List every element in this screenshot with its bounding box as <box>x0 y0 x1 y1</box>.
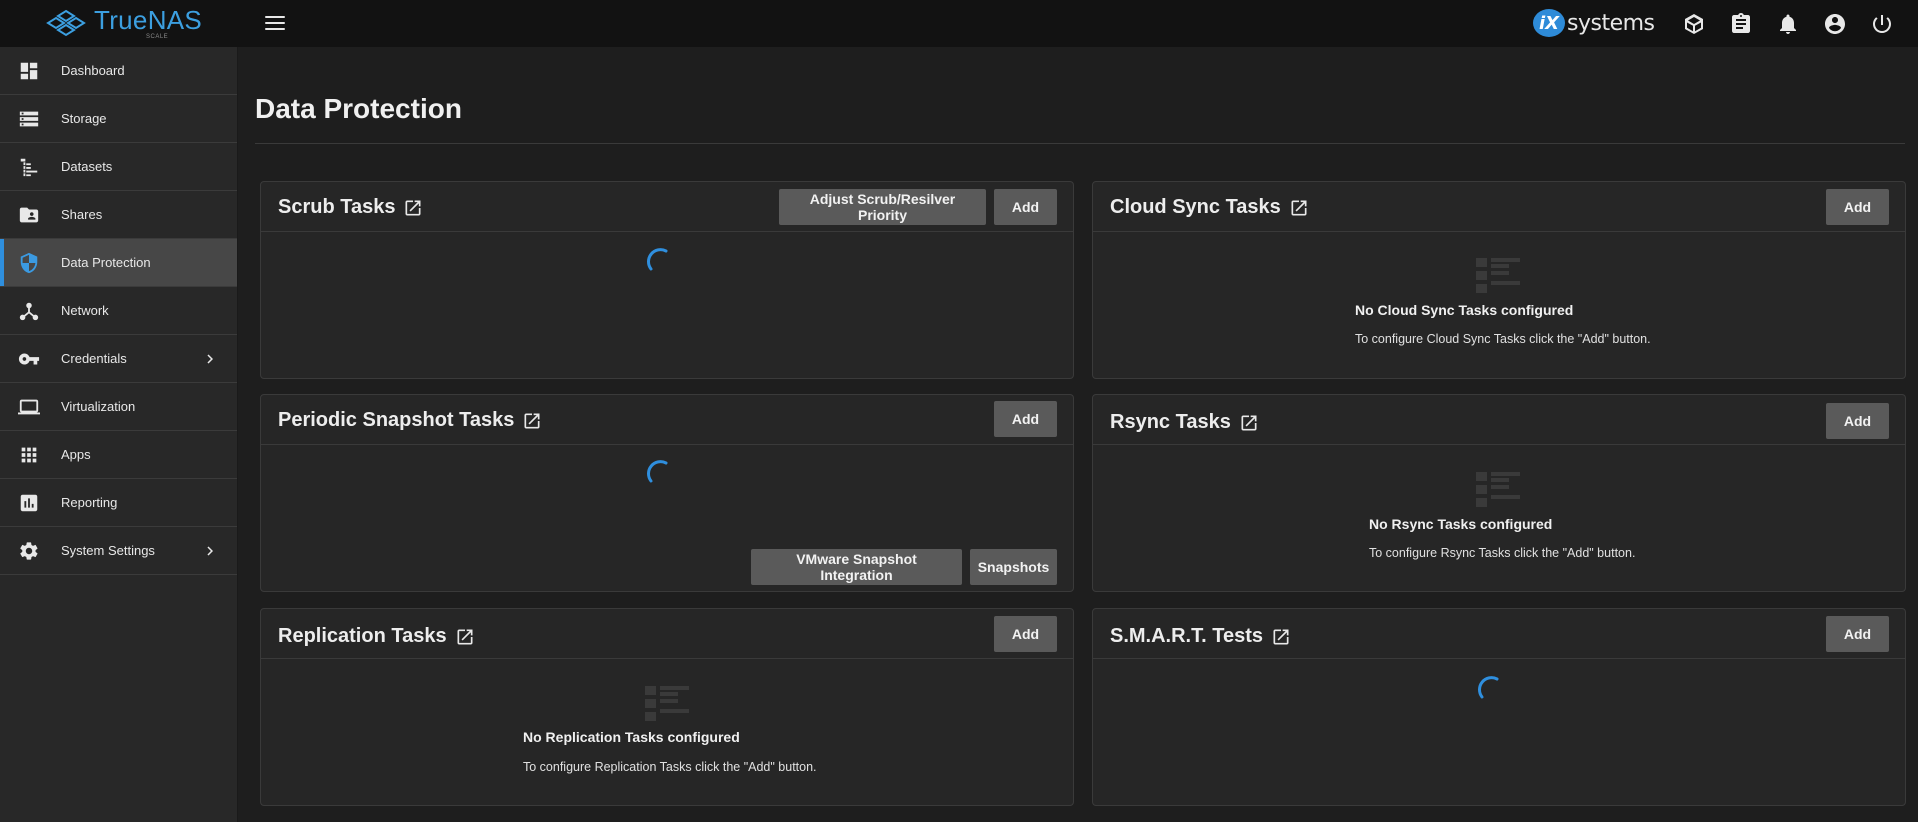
ix-mark: iX <box>1533 9 1565 37</box>
rsync-tasks-card: Rsync Tasks Add No Rsync Tasks configure… <box>1092 394 1906 592</box>
card-title: Scrub Tasks <box>278 196 396 218</box>
empty-state-description: To configure Replication Tasks click the… <box>523 760 817 774</box>
sidebar-item-label: Storage <box>61 111 107 126</box>
power-icon[interactable] <box>1868 10 1896 38</box>
sidebar-item-label: System Settings <box>61 543 155 558</box>
open-in-new-icon[interactable] <box>403 198 423 218</box>
truenas-logo-icon <box>46 9 86 37</box>
sidebar-item-label: Reporting <box>61 495 118 510</box>
add-replication-task-button[interactable]: Add <box>994 616 1057 652</box>
replication-tasks-card: Replication Tasks Add No Replication Tas… <box>260 608 1074 806</box>
card-title: Rsync Tasks <box>1110 411 1231 433</box>
empty-list-icon <box>1476 258 1520 293</box>
scrub-tasks-card: Scrub Tasks Adjust Scrub/Resilver Priori… <box>260 181 1074 379</box>
open-in-new-icon[interactable] <box>1289 198 1309 218</box>
empty-state-description: To configure Rsync Tasks click the "Add"… <box>1369 546 1636 560</box>
sidebar-item-credentials[interactable]: Credentials <box>0 335 237 383</box>
sidebar-item-apps[interactable]: Apps <box>0 431 237 479</box>
add-rsync-task-button[interactable]: Add <box>1826 403 1889 439</box>
sidebar-item-label: Network <box>61 303 109 318</box>
chevron-right-icon <box>201 350 219 368</box>
cloud-sync-tasks-card: Cloud Sync Tasks Add No Cloud Sync Tasks… <box>1092 181 1906 379</box>
open-in-new-icon[interactable] <box>455 627 475 647</box>
storage-icon <box>17 107 41 131</box>
sidebar: Dashboard Storage Datasets Shares Data P… <box>0 47 238 822</box>
datasets-icon <box>17 155 41 179</box>
top-toolbar: TrueNAS SCALE iX systems <box>0 0 1918 47</box>
vmware-snapshot-integration-button[interactable]: VMware Snapshot Integration <box>751 549 962 585</box>
ix-wordmark: systems <box>1567 10 1655 36</box>
sidebar-item-storage[interactable]: Storage <box>0 95 237 143</box>
key-icon <box>17 347 41 371</box>
sidebar-item-shares[interactable]: Shares <box>0 191 237 239</box>
laptop-icon <box>17 395 41 419</box>
shares-icon <box>17 203 41 227</box>
sidebar-item-data-protection[interactable]: Data Protection <box>0 239 237 287</box>
empty-state-title: No Replication Tasks configured <box>523 729 740 745</box>
open-in-new-icon[interactable] <box>522 411 542 431</box>
empty-state-title: No Cloud Sync Tasks configured <box>1355 302 1574 318</box>
snapshots-button[interactable]: Snapshots <box>970 549 1057 585</box>
dashboard-icon <box>17 59 41 83</box>
sidebar-item-network[interactable]: Network <box>0 287 237 335</box>
menu-toggle-button[interactable] <box>262 13 288 33</box>
truecommand-icon[interactable] <box>1680 10 1708 38</box>
loading-spinner <box>647 248 668 271</box>
add-scrub-task-button[interactable]: Add <box>994 189 1057 225</box>
sidebar-item-reporting[interactable]: Reporting <box>0 479 237 527</box>
chevron-right-icon <box>201 542 219 560</box>
card-title: Periodic Snapshot Tasks <box>278 409 515 431</box>
bell-icon[interactable] <box>1774 10 1802 38</box>
sidebar-item-label: Shares <box>61 207 103 222</box>
adjust-scrub-priority-button[interactable]: Adjust Scrub/Resilver Priority <box>779 189 986 225</box>
card-title: Replication Tasks <box>278 625 447 647</box>
loading-spinner <box>1478 676 1499 699</box>
brand-edition: SCALE <box>146 33 169 40</box>
truenas-logo[interactable]: TrueNAS SCALE <box>46 6 202 40</box>
sidebar-item-label: Data Protection <box>61 255 151 270</box>
chart-icon <box>17 491 41 515</box>
card-title: S.M.A.R.T. Tests <box>1110 625 1263 647</box>
loading-spinner <box>647 460 668 483</box>
sidebar-item-dashboard[interactable]: Dashboard <box>0 47 237 95</box>
empty-state-description: To configure Cloud Sync Tasks click the … <box>1355 332 1651 346</box>
ixsystems-logo[interactable]: iX systems <box>1533 9 1655 37</box>
periodic-snapshot-tasks-card: Periodic Snapshot Tasks Add VMware Snaps… <box>260 394 1074 592</box>
clipboard-icon[interactable] <box>1727 10 1755 38</box>
card-title: Cloud Sync Tasks <box>1110 196 1281 218</box>
divider <box>255 143 1905 144</box>
open-in-new-icon[interactable] <box>1271 627 1291 647</box>
sidebar-item-system-settings[interactable]: System Settings <box>0 527 237 575</box>
shield-icon <box>17 251 41 275</box>
sidebar-item-datasets[interactable]: Datasets <box>0 143 237 191</box>
add-snapshot-task-button[interactable]: Add <box>994 401 1057 437</box>
add-smart-test-button[interactable]: Add <box>1826 616 1889 652</box>
empty-list-icon <box>1476 472 1520 507</box>
sidebar-item-virtualization[interactable]: Virtualization <box>0 383 237 431</box>
add-cloud-sync-task-button[interactable]: Add <box>1826 189 1889 225</box>
sidebar-item-label: Apps <box>61 447 91 462</box>
page-title: Data Protection <box>255 93 462 124</box>
brand-name: TrueNAS <box>94 4 203 35</box>
apps-grid-icon <box>17 443 41 467</box>
network-icon <box>17 299 41 323</box>
sidebar-item-label: Credentials <box>61 351 127 366</box>
smart-tests-card: S.M.A.R.T. Tests Add <box>1092 608 1906 806</box>
open-in-new-icon[interactable] <box>1239 413 1259 433</box>
sidebar-item-label: Virtualization <box>61 399 136 414</box>
sidebar-item-label: Datasets <box>61 159 113 174</box>
gear-icon <box>17 539 41 563</box>
empty-state-title: No Rsync Tasks configured <box>1369 516 1553 532</box>
empty-list-icon <box>645 686 689 721</box>
account-icon[interactable] <box>1821 10 1849 38</box>
sidebar-item-label: Dashboard <box>61 63 125 78</box>
